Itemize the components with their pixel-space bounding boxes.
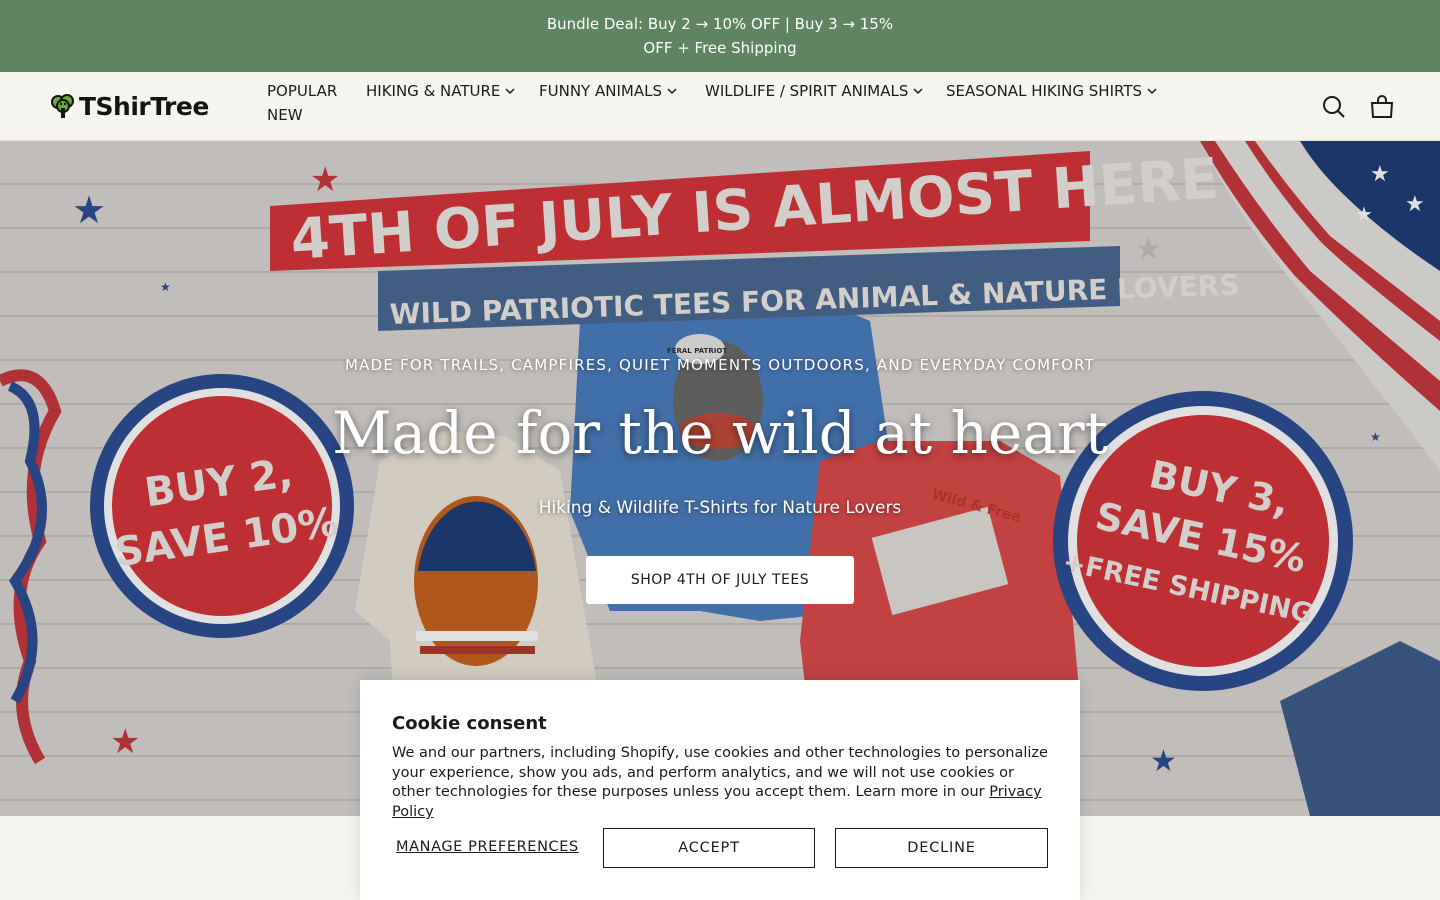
chevron-down-icon	[505, 88, 515, 95]
logo-text: TShirTree	[79, 91, 209, 121]
nav-item-label: SEASONAL HIKING SHIRTS	[946, 82, 1143, 100]
cookie-consent-dialog: Cookie consent We and our partners, incl…	[360, 680, 1080, 900]
nav-item-label: POPULAR	[267, 82, 338, 100]
site-header: TShirTree POPULAR HIKING & NATURE FUNNY …	[0, 72, 1440, 141]
shop-4th-of-july-button[interactable]: SHOP 4TH OF JULY TEES	[586, 556, 854, 604]
logo[interactable]: TShirTree	[50, 91, 209, 121]
chevron-down-icon	[1147, 88, 1157, 95]
chevron-down-icon	[913, 88, 923, 95]
nav-item-label: WILDLIFE / SPIRIT ANIMALS	[705, 82, 909, 100]
tree-logo-icon	[51, 94, 74, 118]
announcement-text: Bundle Deal: Buy 2 → 10% OFF | Buy 3 → 1…	[546, 15, 894, 57]
cookie-title: Cookie consent	[392, 713, 547, 734]
hero-subtitle: Hiking & Wildlife T-Shirts for Nature Lo…	[538, 498, 902, 518]
nav-item-seasonal-hiking-shirts[interactable]: SEASONAL HIKING SHIRTS	[946, 82, 1157, 100]
hero-eyebrow: MADE FOR TRAILS, CAMPFIRES, QUIET MOMENT…	[345, 356, 1095, 374]
decline-button[interactable]: DECLINE	[835, 828, 1048, 868]
search-icon[interactable]	[1321, 94, 1347, 120]
nav-item-label: NEW	[267, 106, 303, 124]
nav-item-hiking-nature[interactable]: HIKING & NATURE	[366, 82, 515, 100]
nav-item-wildlife-spirit-animals[interactable]: WILDLIFE / SPIRIT ANIMALS	[705, 82, 923, 100]
announcement-bar: Bundle Deal: Buy 2 → 10% OFF | Buy 3 → 1…	[0, 0, 1440, 72]
manage-preferences-link[interactable]: MANAGE PREFERENCES	[396, 839, 579, 855]
nav-item-label: FUNNY ANIMALS	[539, 82, 662, 100]
nav-item-funny-animals[interactable]: FUNNY ANIMALS	[539, 82, 677, 100]
accept-button[interactable]: ACCEPT	[603, 828, 815, 868]
nav-item-label: HIKING & NATURE	[366, 82, 501, 100]
cookie-body: We and our partners, including Shopify, …	[392, 744, 1052, 823]
cookie-body-text: We and our partners, including Shopify, …	[392, 745, 1048, 801]
nav-item-new[interactable]: NEW	[267, 106, 303, 124]
chevron-down-icon	[667, 88, 677, 95]
nav-item-popular[interactable]: POPULAR	[267, 82, 337, 100]
hero-title: Made for the wild at heart	[332, 399, 1108, 467]
cart-icon[interactable]	[1369, 94, 1395, 120]
